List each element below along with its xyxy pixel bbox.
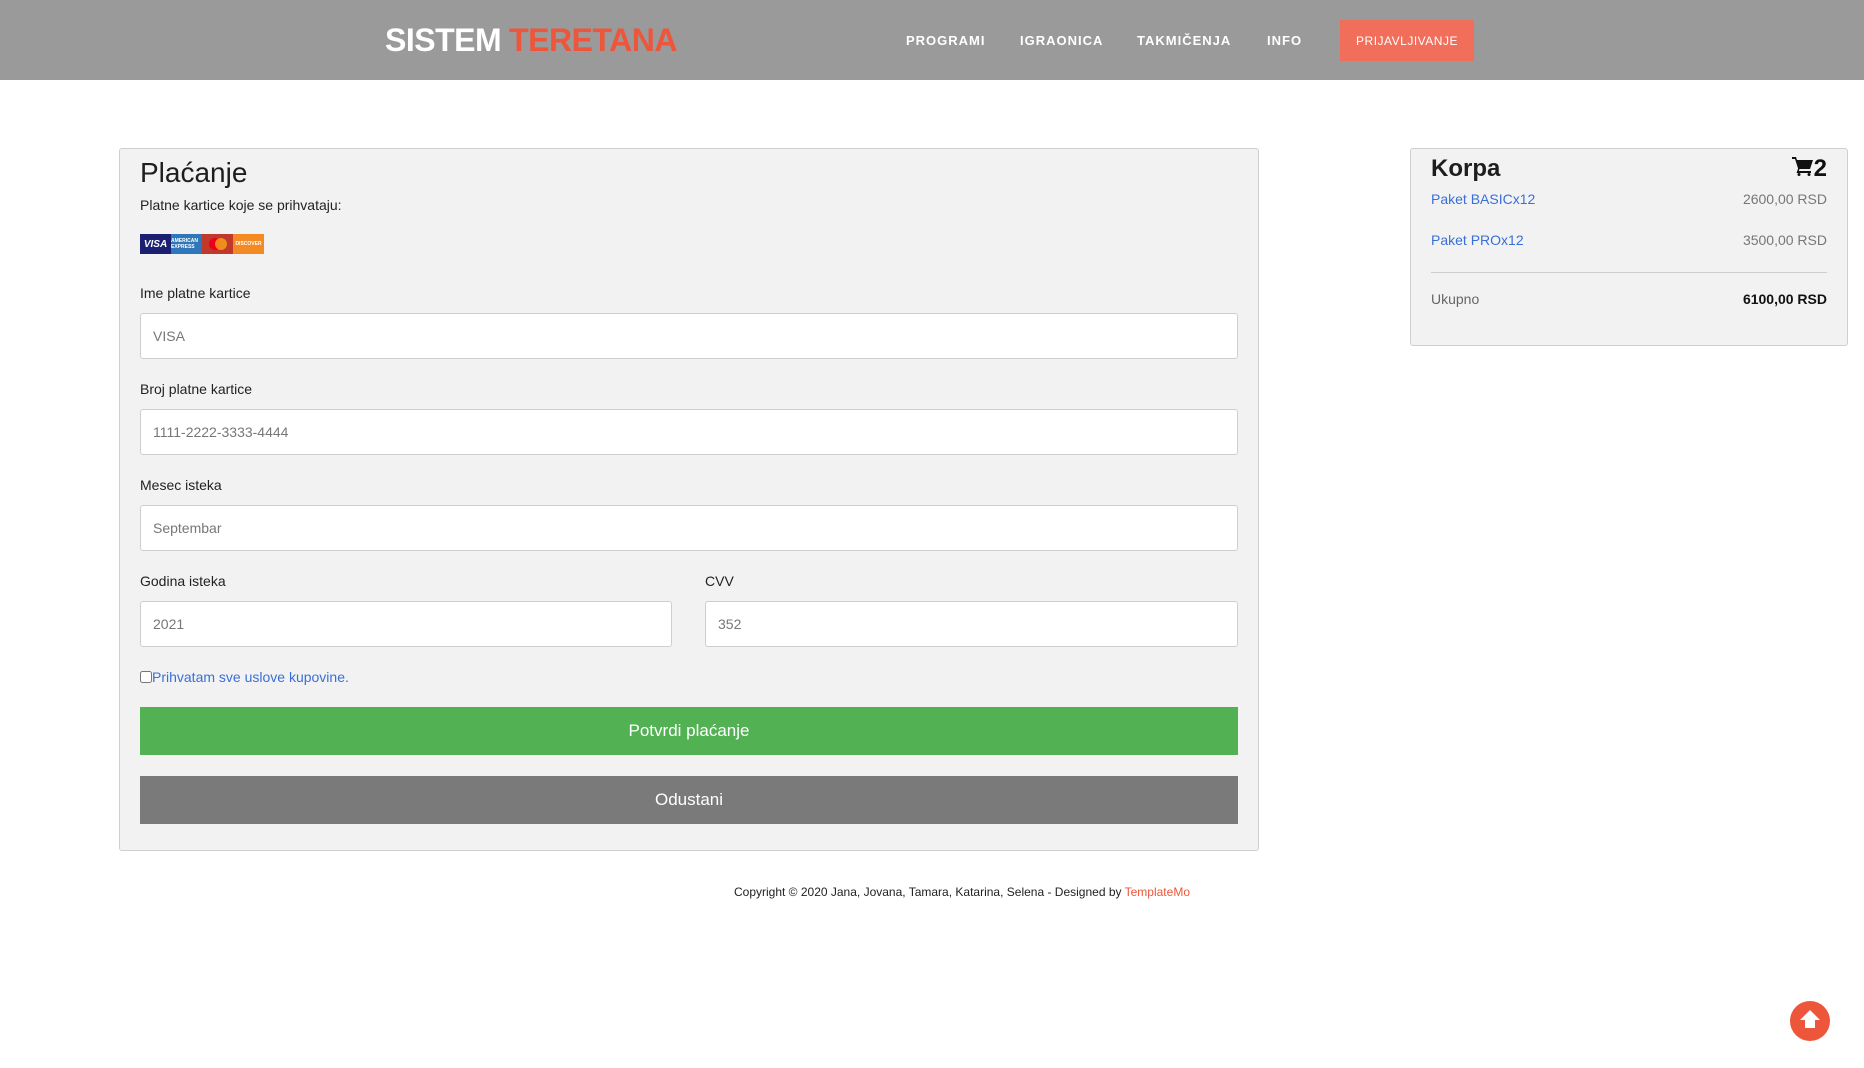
footer: Copyright © 2020 Jana, Jovana, Tamara, K…	[0, 885, 1864, 899]
discover-logo-icon: DISCOVER	[233, 234, 264, 254]
brand-text-primary: SISTEM	[385, 22, 502, 58]
nav-igraonica[interactable]: IGRAONICA	[1020, 33, 1103, 48]
cart-item-name[interactable]: Paket BASICx12	[1431, 191, 1535, 207]
nav-programi[interactable]: PROGRAMI	[906, 33, 986, 48]
cart-total-value: 6100,00 RSD	[1742, 291, 1827, 307]
cart-total-row: Ukupno 6100,00 RSD	[1431, 291, 1827, 307]
accepted-cards-logos: VISA AMERICAN EXPRESS DISCOVER	[140, 234, 264, 254]
login-button[interactable]: PRIJAVLJIVANJE	[1340, 20, 1474, 61]
cart-item: Paket PROx12 3500,00 RSD	[1431, 232, 1827, 248]
exp-year-input[interactable]	[140, 601, 672, 647]
amex-logo-icon: AMERICAN EXPRESS	[171, 234, 202, 254]
confirm-payment-button[interactable]: Potvrdi plaćanje	[140, 707, 1238, 755]
cart-item: Paket BASICx12 2600,00 RSD	[1431, 191, 1827, 207]
cart-title: Korpa	[1431, 155, 1501, 182]
cart-item-name[interactable]: Paket PROx12	[1431, 232, 1524, 248]
visa-logo-icon: VISA	[140, 234, 171, 254]
cart-total-label: Ukupno	[1431, 291, 1480, 307]
cvv-input[interactable]	[705, 601, 1238, 647]
arrow-up-circle-icon	[1798, 1007, 1822, 1036]
payment-title: Plaćanje	[140, 157, 248, 188]
terms-row: Prihvatam sve uslove kupovine.	[140, 669, 349, 685]
card-number-label: Broj platne kartice	[140, 381, 253, 397]
card-name-label: Ime platne kartice	[140, 285, 251, 301]
cart-icon	[1791, 155, 1814, 183]
cart-item-price: 2600,00 RSD	[1742, 191, 1827, 207]
brand-text-accent: TERETANA	[509, 22, 677, 58]
cart-count-value: 2	[1813, 155, 1827, 182]
footer-copyright: Copyright © 2020 Jana, Jovana, Tamara, K…	[733, 885, 1125, 899]
footer-templatemo-link[interactable]: TemplateMo	[1125, 885, 1190, 899]
exp-month-input[interactable]	[140, 505, 1238, 551]
card-name-input[interactable]	[140, 313, 1238, 359]
exp-month-label: Mesec isteka	[140, 477, 222, 493]
cart-count: 2	[1791, 155, 1827, 183]
nav-info[interactable]: INFO	[1267, 33, 1302, 48]
payment-panel: Plaćanje Platne kartice koje se prihvata…	[119, 148, 1259, 851]
accepted-cards-label: Platne kartice koje se prihvataju:	[140, 197, 342, 213]
cart-item-price: 3500,00 RSD	[1742, 232, 1827, 248]
terms-checkbox[interactable]	[140, 671, 152, 683]
cancel-button[interactable]: Odustani	[140, 776, 1238, 824]
cvv-label: CVV	[705, 573, 734, 589]
top-navbar: SISTEM TERETANA PROGRAMI IGRAONICA TAKMIČ…	[0, 0, 1864, 80]
cart-divider	[1431, 272, 1827, 273]
terms-link[interactable]: Prihvatam sve uslove kupovine.	[152, 669, 349, 685]
exp-year-label: Godina isteka	[140, 573, 226, 589]
brand-logo[interactable]: SISTEM TERETANA	[385, 22, 677, 59]
mastercard-logo-icon	[202, 234, 233, 254]
nav-takmicenja[interactable]: TAKMIČENJA	[1137, 33, 1231, 48]
scroll-to-top-button[interactable]	[1790, 1001, 1830, 1041]
cart-panel: Korpa 2 Paket BASICx12 2600,00 RSD Paket…	[1410, 148, 1848, 346]
card-number-input[interactable]	[140, 409, 1238, 455]
